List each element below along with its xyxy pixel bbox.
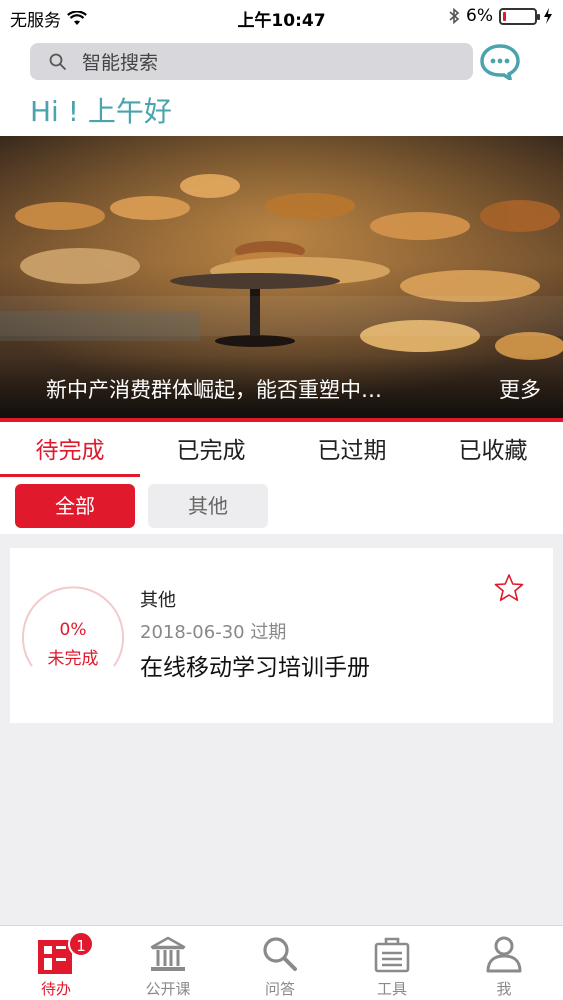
battery-percent: 6% — [466, 6, 493, 26]
toolbox-icon — [374, 937, 410, 973]
progress-ring — [22, 586, 124, 667]
battery-fill — [503, 11, 506, 21]
search-placeholder: 智能搜索 — [82, 52, 159, 74]
banner-caption: 新中产消费群体崛起，能否重塑中… 更多 — [0, 356, 563, 418]
filter-bar: 全部 其他 — [0, 478, 563, 534]
nav-qa[interactable]: 问答 — [224, 926, 336, 1000]
header: 智能搜索 Hi ! 上午好 — [0, 32, 563, 136]
profile-icon — [486, 936, 522, 973]
tab-pending[interactable]: 待完成 — [0, 422, 140, 478]
filter-all-button[interactable]: 全部 — [15, 484, 135, 528]
bottom-nav: 1 待办 公开课 问答 工具 我 — [0, 925, 563, 1000]
banner-more-link[interactable]: 更多 — [499, 374, 541, 404]
tab-favorites[interactable]: 已收藏 — [423, 422, 563, 478]
status-bar: 无服务 上午10:47 6% — [0, 0, 563, 32]
nav-tools-label: 工具 — [376, 980, 407, 998]
card-title[interactable]: 在线移动学习培训手册 — [140, 648, 370, 682]
task-card[interactable]: 0% 未完成 其他 2018-06-30 过期 在线移动学习培训手册 — [10, 548, 553, 723]
nav-qa-label: 问答 — [264, 980, 295, 998]
filter-other-button[interactable]: 其他 — [148, 484, 268, 528]
battery-icon — [499, 7, 540, 25]
progress-percent: 0% — [59, 620, 87, 640]
banner-carousel[interactable]: 新中产消费群体崛起，能否重塑中… 更多 — [0, 136, 563, 418]
nav-open-class[interactable]: 公开课 — [112, 926, 224, 1000]
tab-expired[interactable]: 已过期 — [282, 422, 422, 478]
nav-me-label: 我 — [496, 980, 512, 998]
nav-todo-label: 待办 — [40, 980, 71, 998]
nav-tools[interactable]: 工具 — [336, 926, 448, 1000]
bluetooth-icon — [449, 7, 460, 25]
classroom-icon — [150, 936, 186, 971]
progress-status: 未完成 — [47, 649, 99, 669]
nav-open-class-label: 公开课 — [145, 980, 191, 998]
status-right: 6% — [448, 6, 553, 26]
banner-title[interactable]: 新中产消费群体崛起，能否重塑中… — [46, 374, 382, 404]
tab-completed[interactable]: 已完成 — [141, 422, 281, 478]
search-input[interactable]: 智能搜索 — [30, 43, 473, 80]
card-date: 2018-06-30 过期 — [140, 622, 287, 643]
chat-icon[interactable] — [480, 44, 520, 80]
star-icon[interactable] — [493, 572, 525, 604]
todo-badge: 1 — [68, 931, 94, 957]
nav-me[interactable]: 我 — [448, 926, 560, 1000]
active-tab-indicator — [0, 474, 140, 477]
charging-icon — [544, 8, 552, 24]
nav-todo[interactable]: 1 待办 — [0, 926, 112, 1000]
card-category: 其他 — [140, 590, 176, 611]
greeting-text: Hi ! 上午好 — [30, 95, 172, 128]
search-icon — [49, 53, 66, 70]
search-icon — [263, 937, 297, 971]
status-tabs: 待完成 已完成 已过期 已收藏 — [0, 422, 563, 478]
